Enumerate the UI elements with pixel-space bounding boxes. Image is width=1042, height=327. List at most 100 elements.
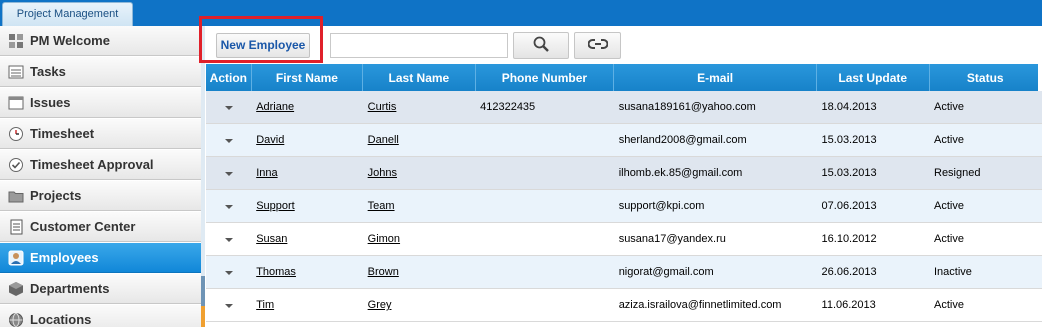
document-icon — [8, 219, 24, 235]
last-name-cell: Gimon — [362, 222, 476, 256]
first-name-link[interactable]: Tim — [256, 299, 274, 311]
sidebar-item-timesheet[interactable]: Timesheet — [0, 119, 201, 149]
last-name-cell: Team — [362, 189, 476, 223]
dropdown-caret-icon[interactable] — [224, 271, 233, 275]
table-row[interactable]: Tim Grey aziza.israilova@finnetlimited.c… — [206, 288, 1042, 322]
email-cell: ilhomb.ek.85@gmail.com — [613, 156, 817, 190]
folder-icon — [8, 188, 24, 204]
dropdown-caret-icon[interactable] — [224, 304, 233, 308]
action-cell[interactable] — [206, 91, 252, 124]
last-name-link[interactable]: Team — [368, 200, 395, 212]
globe-icon — [8, 312, 24, 327]
dropdown-caret-icon[interactable] — [224, 205, 233, 209]
last-name-link[interactable]: Gimon — [368, 233, 400, 245]
dropdown-caret-icon[interactable] — [224, 172, 233, 176]
last-name-link[interactable]: Johns — [368, 167, 397, 179]
user-icon — [8, 250, 24, 266]
last-name-cell: Curtis — [362, 91, 476, 124]
dropdown-caret-icon[interactable] — [224, 106, 233, 110]
sidebar-item-label: Projects — [30, 188, 82, 203]
reset-link-button[interactable] — [574, 32, 621, 59]
dropdown-caret-icon[interactable] — [224, 238, 233, 242]
sidebar-item-pm-welcome[interactable]: PM Welcome — [0, 26, 201, 56]
action-cell[interactable] — [206, 123, 252, 157]
first-name-cell: Thomas — [251, 255, 363, 289]
sidebar-item-label: Locations — [30, 312, 92, 327]
sidebar-item-issues[interactable]: Issues — [0, 88, 201, 118]
new-employee-button[interactable]: New Employee — [216, 33, 310, 58]
first-name-link[interactable]: Thomas — [256, 266, 296, 278]
dropdown-caret-icon[interactable] — [224, 139, 233, 143]
tab-project-management[interactable]: Project Management — [2, 2, 133, 26]
sidebar-item-departments[interactable]: Departments — [0, 274, 201, 304]
column-header-phone-number[interactable]: Phone Number — [475, 64, 615, 91]
first-name-link[interactable]: Adriane — [256, 101, 294, 113]
status-cell: Active — [929, 189, 1042, 223]
last-name-link[interactable]: Curtis — [368, 101, 397, 113]
email-cell: support@kpi.com — [613, 189, 817, 223]
last-update-cell: 16.10.2012 — [816, 222, 929, 256]
last-name-cell: Johns — [362, 156, 476, 190]
action-cell[interactable] — [206, 189, 252, 223]
phone-cell — [475, 288, 614, 322]
status-cell: Active — [929, 91, 1042, 124]
sidebar-item-label: Employees — [30, 250, 99, 265]
sidebar-item-label: Timesheet Approval — [30, 157, 154, 172]
table-row[interactable]: David Danell sherland2008@gmail.com 15.0… — [206, 123, 1042, 157]
last-name-link[interactable]: Brown — [368, 266, 399, 278]
first-name-cell: Tim — [251, 288, 363, 322]
search-input[interactable] — [330, 33, 508, 58]
sidebar-item-label: Issues — [30, 95, 71, 110]
search-button[interactable] — [513, 32, 569, 59]
last-update-cell: 07.06.2013 — [816, 189, 929, 223]
action-cell[interactable] — [206, 255, 252, 289]
action-cell[interactable] — [206, 156, 252, 190]
sidebar-item-employees[interactable]: Employees — [0, 243, 201, 273]
column-header-last-name[interactable]: Last Name — [362, 64, 476, 91]
column-header-status[interactable]: Status — [929, 64, 1042, 91]
sidebar-scrollbar-thumb[interactable] — [201, 276, 205, 306]
phone-cell — [475, 123, 614, 157]
first-name-link[interactable]: David — [256, 134, 284, 146]
action-cell[interactable] — [206, 288, 252, 322]
sidebar-item-projects[interactable]: Projects — [0, 181, 201, 211]
column-header-email[interactable]: E-mail — [613, 64, 818, 91]
last-update-cell: 15.03.2013 — [816, 156, 929, 190]
table-row[interactable]: Susan Gimon susana17@yandex.ru 16.10.201… — [206, 222, 1042, 256]
phone-cell — [475, 222, 614, 256]
column-header-last-update[interactable]: Last Update — [816, 64, 930, 91]
status-cell: Inactive — [929, 255, 1042, 289]
sidebar-item-locations[interactable]: Locations — [0, 305, 201, 327]
last-update-cell: 18.04.2013 — [816, 91, 929, 124]
last-name-link[interactable]: Danell — [368, 134, 399, 146]
status-cell: Active — [929, 123, 1042, 157]
email-cell: nigorat@gmail.com — [613, 255, 817, 289]
sidebar-item-timesheet-approval[interactable]: Timesheet Approval — [0, 150, 201, 180]
status-cell: Active — [929, 288, 1042, 322]
first-name-link[interactable]: Susan — [256, 233, 287, 245]
last-update-cell: 11.06.2013 — [816, 288, 929, 322]
table-row[interactable]: Support Team support@kpi.com 07.06.2013 … — [206, 189, 1042, 223]
sidebar-item-label: Tasks — [30, 64, 66, 79]
first-name-link[interactable]: Inna — [256, 167, 277, 179]
sidebar-item-label: Departments — [30, 281, 110, 296]
list-icon — [8, 64, 24, 80]
column-header-first-name[interactable]: First Name — [251, 64, 364, 91]
sidebar: PM Welcome Tasks Issues Timesheet Timesh… — [0, 26, 202, 327]
table-row[interactable]: Thomas Brown nigorat@gmail.com 26.06.201… — [206, 255, 1042, 289]
first-name-link[interactable]: Support — [256, 200, 295, 212]
table-row[interactable]: Inna Johns ilhomb.ek.85@gmail.com 15.03.… — [206, 156, 1042, 190]
phone-cell — [475, 255, 614, 289]
column-header-action[interactable]: Action — [206, 64, 252, 91]
sidebar-item-customer-center[interactable]: Customer Center — [0, 212, 201, 242]
table-row[interactable]: Adriane Curtis 412322435 susana189161@ya… — [206, 91, 1042, 124]
last-name-link[interactable]: Grey — [368, 299, 392, 311]
email-cell: susana17@yandex.ru — [613, 222, 817, 256]
action-cell[interactable] — [206, 222, 252, 256]
sidebar-item-label: PM Welcome — [30, 33, 110, 48]
link-icon — [587, 37, 608, 54]
top-bar: Project Management — [0, 0, 1042, 26]
sidebar-item-tasks[interactable]: Tasks — [0, 57, 201, 87]
status-cell: Resigned — [929, 156, 1042, 190]
sidebar-item-label: Customer Center — [30, 219, 136, 234]
